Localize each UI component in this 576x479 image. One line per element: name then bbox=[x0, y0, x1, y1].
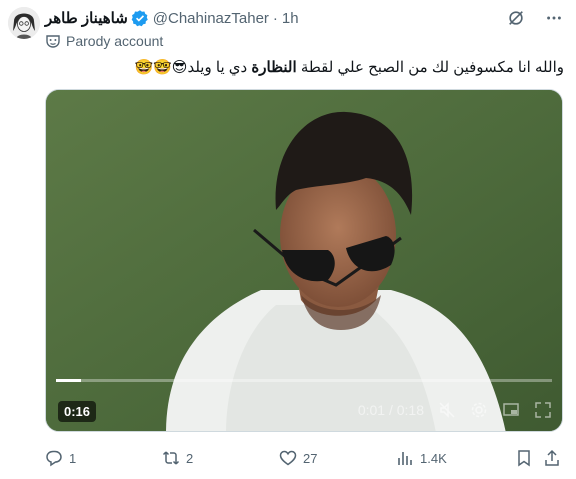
author-handle[interactable]: @ChahinazTaher bbox=[153, 10, 269, 27]
video-progress-fill bbox=[56, 379, 81, 382]
video-progress-bar[interactable] bbox=[56, 379, 552, 382]
tweet-text-after: دي يا ويلد bbox=[187, 59, 248, 76]
video-controls: 0:01 / 0:18 bbox=[358, 401, 552, 419]
author-name[interactable]: شاهيناز طاهر bbox=[45, 9, 128, 27]
tweet-text: والله انا مكسوفين لك من الصبح علي لقطة ا… bbox=[131, 58, 564, 76]
picture-in-picture-icon[interactable] bbox=[502, 401, 520, 419]
mask-icon bbox=[45, 33, 61, 49]
reply-count: 1 bbox=[69, 450, 77, 466]
fullscreen-icon[interactable] bbox=[534, 401, 552, 419]
heart-icon bbox=[279, 450, 297, 466]
tweet[interactable]: شاهيناز طاهر @ChahinazTaher · 1h Parody … bbox=[0, 0, 576, 479]
more-options-icon[interactable] bbox=[544, 8, 564, 28]
grok-icon[interactable] bbox=[506, 8, 526, 28]
video-time-readout: 0:01 / 0:18 bbox=[357, 402, 424, 418]
parody-label: Parody account bbox=[45, 33, 163, 49]
video-player[interactable]: 0:16 0:01 / 0:18 bbox=[45, 89, 563, 432]
tweet-text-before: والله انا مكسوفين لك من الصبح علي لقطة bbox=[300, 59, 564, 76]
reply-icon bbox=[46, 450, 62, 467]
views-icon bbox=[398, 452, 412, 465]
bookmark-button[interactable] bbox=[515, 449, 533, 467]
tweet-text-bold: النظارة bbox=[251, 59, 297, 76]
avatar[interactable] bbox=[8, 7, 40, 39]
tweet-actions: 1 2 27 1.4K bbox=[45, 447, 564, 469]
like-button[interactable]: 27 bbox=[279, 449, 317, 467]
retweet-icon bbox=[162, 451, 180, 465]
views-button[interactable]: 1.4K bbox=[396, 449, 447, 467]
verified-badge-icon[interactable] bbox=[131, 9, 149, 27]
like-count: 27 bbox=[303, 450, 318, 466]
views-count: 1.4K bbox=[420, 450, 447, 466]
parody-label-text: Parody account bbox=[66, 33, 164, 49]
retweet-button[interactable]: 2 bbox=[162, 449, 193, 467]
share-button[interactable] bbox=[543, 449, 561, 467]
reply-button[interactable]: 1 bbox=[45, 449, 76, 467]
share-icon bbox=[545, 449, 559, 466]
separator-dot: · bbox=[272, 9, 278, 27]
settings-icon[interactable] bbox=[470, 401, 488, 419]
tweet-emojis: 😎🤓🤓 bbox=[134, 58, 188, 76]
bookmark-icon bbox=[518, 450, 530, 467]
tweet-header: شاهيناز طاهر @ChahinazTaher · 1h bbox=[45, 8, 299, 28]
video-duration-badge: 0:16 bbox=[58, 401, 97, 422]
top-right-actions bbox=[506, 8, 564, 28]
retweet-count: 2 bbox=[186, 450, 194, 466]
mute-icon[interactable] bbox=[438, 401, 456, 419]
tweet-timestamp[interactable]: 1h bbox=[282, 10, 299, 27]
